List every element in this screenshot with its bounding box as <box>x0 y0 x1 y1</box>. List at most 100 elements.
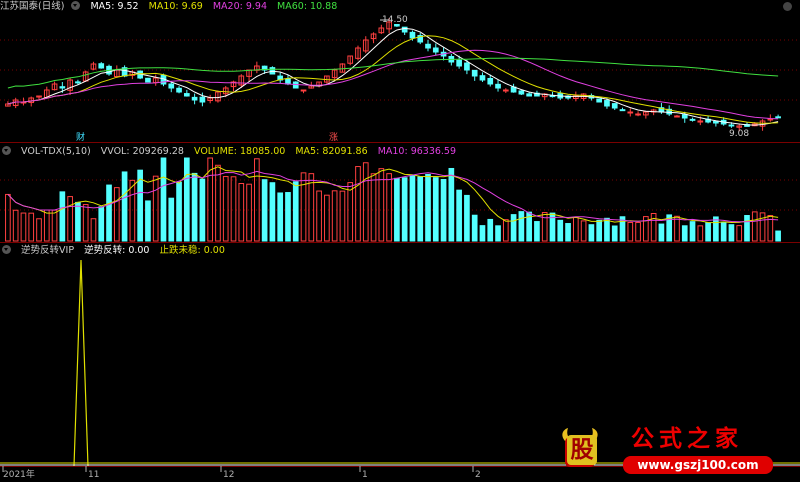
volume-bar <box>362 162 369 242</box>
candle-body <box>471 69 478 77</box>
volume-bar <box>59 191 66 242</box>
volume-bar <box>689 221 696 242</box>
reversal-signal-line <box>73 259 89 467</box>
volume-bar <box>292 181 299 242</box>
volume-bar <box>744 215 750 242</box>
candle-body <box>145 77 151 83</box>
volume-bar <box>355 166 361 242</box>
candle-body <box>456 59 462 67</box>
volume-bar <box>183 157 190 242</box>
volume-bar <box>705 222 711 242</box>
volume-bar <box>176 181 182 242</box>
candle-body <box>635 113 641 116</box>
volume-bar <box>541 212 548 242</box>
candle-body <box>191 96 198 101</box>
volume-bar <box>681 225 688 242</box>
volume-bar <box>238 183 245 242</box>
volume-bar <box>67 196 73 242</box>
logo-glyph: 股 <box>567 435 597 465</box>
x-axis-label: 2 <box>475 470 481 480</box>
candle-body <box>464 62 470 71</box>
low-price-label: 9.08 <box>729 129 750 139</box>
volume-bar <box>246 183 252 242</box>
volume-bar <box>20 212 27 242</box>
volume-bar <box>650 212 657 242</box>
volume-bar <box>191 172 198 242</box>
volume-bar <box>308 173 315 242</box>
candle-body <box>168 83 175 89</box>
volume-bar <box>222 176 229 242</box>
volume-bar <box>285 192 291 242</box>
watermark-logo: 股 公式之家 www.gszj100.com <box>556 424 792 476</box>
volume-bar <box>759 212 766 242</box>
volume-bar <box>121 171 128 242</box>
volume-bar <box>339 190 346 242</box>
volume-bar <box>324 194 330 242</box>
volume-bar <box>261 179 268 242</box>
volume-bar <box>331 190 338 242</box>
candle-body <box>526 93 532 97</box>
volume-bar <box>502 219 509 242</box>
volume-bar <box>316 190 322 242</box>
volume-bar <box>432 177 439 242</box>
volume-bar <box>401 177 408 242</box>
candle-body <box>300 89 307 92</box>
candle-body <box>75 81 81 84</box>
earnings-marker[interactable]: 财 <box>76 133 85 143</box>
volume-bar <box>487 218 494 242</box>
candle-body <box>619 109 626 112</box>
volume-bar <box>580 220 587 242</box>
volume-bar <box>417 176 424 242</box>
volume-bar <box>697 225 704 242</box>
candle-body <box>495 83 501 89</box>
volume-bar <box>510 214 517 242</box>
candle-body <box>713 120 719 124</box>
candle-body <box>432 47 439 53</box>
candle-body <box>199 96 206 103</box>
volume-bar <box>596 219 603 242</box>
volume-bar <box>36 218 42 242</box>
candle-body <box>627 111 634 114</box>
x-axis-label: 12 <box>223 470 235 480</box>
chart-canvas[interactable] <box>0 0 800 482</box>
high-price-label: 14.50 <box>382 15 408 25</box>
volume-bar <box>728 224 735 242</box>
volume-bar <box>658 223 665 242</box>
candle-body <box>425 43 431 49</box>
site-name: 公式之家 <box>631 425 743 452</box>
volume-bar <box>129 179 136 242</box>
candle-body <box>502 89 509 92</box>
volume-bar <box>572 217 579 242</box>
volume-bar <box>611 225 618 242</box>
volume-bar <box>479 225 486 242</box>
candle-body <box>611 103 618 109</box>
volume-bar <box>370 173 377 242</box>
volume-bar <box>627 221 634 242</box>
candle-body <box>518 90 525 95</box>
volume-bar <box>495 225 501 242</box>
volume-bar <box>604 217 610 242</box>
candle-body <box>59 86 66 89</box>
volume-bar <box>98 206 105 242</box>
volume-bar <box>440 179 447 242</box>
candle-body <box>98 63 105 69</box>
candle-body <box>596 98 603 103</box>
candle-body <box>183 93 190 97</box>
candle-body <box>767 118 774 121</box>
volume-bar <box>152 175 159 242</box>
candle-body <box>689 118 696 121</box>
candle-body <box>604 100 610 107</box>
volume-bar <box>160 157 167 242</box>
volume-bar <box>28 212 35 242</box>
candle-body <box>409 31 416 39</box>
volume-bar <box>534 221 540 242</box>
volume-bar <box>736 225 743 242</box>
volume-bar <box>456 189 462 242</box>
volume-bar <box>471 214 478 242</box>
candle-body <box>674 115 680 118</box>
volume-bar <box>106 184 112 242</box>
volume-bar <box>751 211 758 242</box>
volume-bar <box>674 215 680 242</box>
limit-up-marker[interactable]: 涨 <box>329 133 338 143</box>
volume-bar <box>43 209 50 242</box>
